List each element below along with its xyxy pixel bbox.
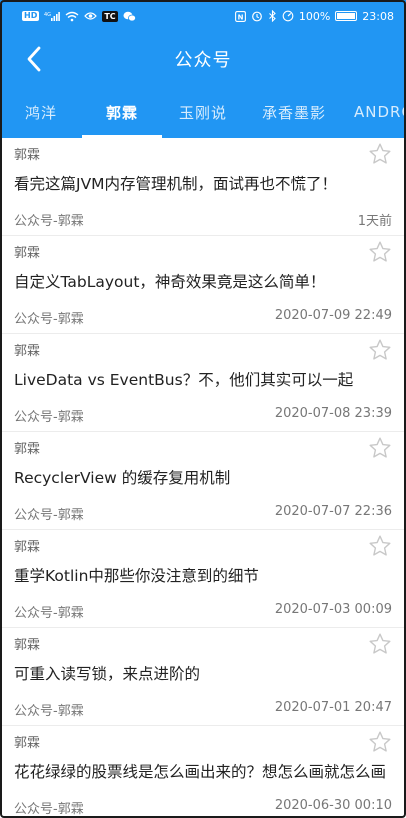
tab-android[interactable]: ANDROID <box>344 86 406 138</box>
article-source: 公众号-郭霖 <box>14 508 84 523</box>
article-time: 2020-07-07 22:36 <box>274 504 392 519</box>
article-source: 公众号-郭霖 <box>14 410 84 425</box>
article-time: 2020-07-03 00:09 <box>274 602 392 617</box>
article-author: 郭霖 <box>14 736 41 751</box>
article-author: 郭霖 <box>14 442 41 457</box>
alarm-icon <box>251 10 263 22</box>
article-source: 公众号-郭霖 <box>14 606 84 621</box>
article-time: 2020-07-09 22:49 <box>274 308 392 323</box>
article-title: LiveData vs EventBus？不，他们其实可以一起 <box>14 371 354 389</box>
article-author: 郭霖 <box>14 540 41 555</box>
article-author: 郭霖 <box>14 246 41 261</box>
article-time: 2020-06-30 00:10 <box>274 798 392 813</box>
eye-icon <box>84 11 98 21</box>
article-list[interactable]: 郭霖 看完这篇JVM内存管理机制，面试再也不慌了！ 公众号-郭霖 1天前 郭霖 自定义Ta… <box>0 138 406 818</box>
svg-text:4G: 4G <box>44 12 51 18</box>
article-source: 公众号-郭霖 <box>14 704 84 719</box>
tc-app-icon: TC <box>102 10 118 22</box>
clock: 23:08 <box>362 9 394 23</box>
tab-label: ANDROID <box>354 103 406 121</box>
tab-yugangshuo[interactable]: 玉刚说 <box>162 86 244 138</box>
back-button[interactable] <box>18 43 50 75</box>
tab-label: 鸿洋 <box>24 103 57 122</box>
article-title: 自定义TabLayout，神奇效果竟是这么简单！ <box>14 273 326 291</box>
article-source: 公众号-郭霖 <box>14 312 84 327</box>
article-author: 郭霖 <box>14 344 41 359</box>
article-title: 可重入读写锁，来点进阶的 <box>14 665 201 683</box>
tab-chengxiangmoying[interactable]: 承香墨影 <box>244 86 344 138</box>
battery-level <box>337 13 356 19</box>
article-source: 公众号-郭霖 <box>14 802 84 817</box>
star-icon[interactable] <box>368 436 392 460</box>
list-item[interactable]: 郭霖可重入读写锁，来点进阶的 公众号-郭霖 2020-07-01 20:47 <box>0 628 406 726</box>
article-title: 重学Kotlin中那些你没注意到的细节 <box>14 567 259 585</box>
star-icon[interactable] <box>368 240 392 264</box>
wifi-icon <box>65 11 79 22</box>
star-icon[interactable] <box>368 730 392 754</box>
article-title: RecyclerView 的缓存复用机制 <box>14 469 231 487</box>
hd-icon: HD <box>22 11 40 21</box>
nfc-icon: N <box>234 10 246 22</box>
tab-bar: 鸿洋 郭霖 玉刚说 承香墨影 ANDROID <box>0 86 406 138</box>
star-icon[interactable] <box>368 338 392 362</box>
star-icon[interactable] <box>368 142 392 166</box>
tab-hongyang[interactable]: 鸿洋 <box>0 86 82 138</box>
speedometer-icon <box>282 10 294 22</box>
status-left: HD 4G TC <box>22 10 136 22</box>
tab-label: 玉刚说 <box>178 103 227 122</box>
article-source: 公众号-郭霖 <box>14 214 84 229</box>
app-header: HD 4G TC N 100% 23:08 公众号 鸿洋 郭霖 玉刚说 承香墨影… <box>0 0 406 138</box>
page-title: 公众号 <box>174 50 232 71</box>
article-time: 2020-07-01 20:47 <box>274 700 392 715</box>
battery-icon <box>335 11 358 21</box>
list-item[interactable]: 郭霖重学Kotlin中那些你没注意到的细节 公众号-郭霖 2020-07-03 00… <box>0 530 406 628</box>
list-item[interactable]: 郭霖自定义TabLayout，神奇效果竟是这么简单！ 公众号-郭霖 2020-07-… <box>0 236 406 334</box>
tab-label: 郭霖 <box>105 103 138 122</box>
bluetooth-icon <box>268 10 277 22</box>
status-bar: HD 4G TC N 100% 23:08 <box>0 0 406 32</box>
battery-percent: 100% <box>298 9 331 23</box>
status-right: N 100% 23:08 <box>234 9 394 23</box>
list-item[interactable]: 郭霖 RecyclerView 的缓存复用机制 公众号-郭霖 2020-07-07 2… <box>0 432 406 530</box>
chevron-left-icon <box>27 46 41 72</box>
tab-label: 承香墨影 <box>261 103 326 122</box>
svg-text:N: N <box>237 13 243 21</box>
star-icon[interactable] <box>368 632 392 656</box>
cell-signal-icon: 4G <box>44 11 61 22</box>
tab-guolin[interactable]: 郭霖 <box>82 86 162 138</box>
star-icon[interactable] <box>368 534 392 558</box>
wechat-icon <box>123 11 136 22</box>
article-title: 花花绿绿的股票线是怎么画出来的？想怎么画就怎么画 <box>14 763 386 781</box>
list-item[interactable]: 郭霖花花绿绿的股票线是怎么画出来的？想怎么画就怎么画 公众号-郭霖 2020-06-… <box>0 726 406 818</box>
article-title: 看完这篇JVM内存管理机制，面试再也不慌了！ <box>14 175 338 193</box>
article-author: 郭霖 <box>14 638 41 653</box>
article-author: 郭霖 <box>14 148 41 163</box>
article-time: 1天前 <box>357 214 392 229</box>
toolbar: 公众号 <box>0 32 406 86</box>
list-item[interactable]: 郭霖 LiveData vs EventBus？不，他们其实可以一起 公众号-郭霖 2… <box>0 334 406 432</box>
list-item[interactable]: 郭霖看完这篇JVM内存管理机制，面试再也不慌了！ 公众号-郭霖 1天前 <box>0 138 406 236</box>
article-time: 2020-07-08 23:39 <box>274 406 392 421</box>
